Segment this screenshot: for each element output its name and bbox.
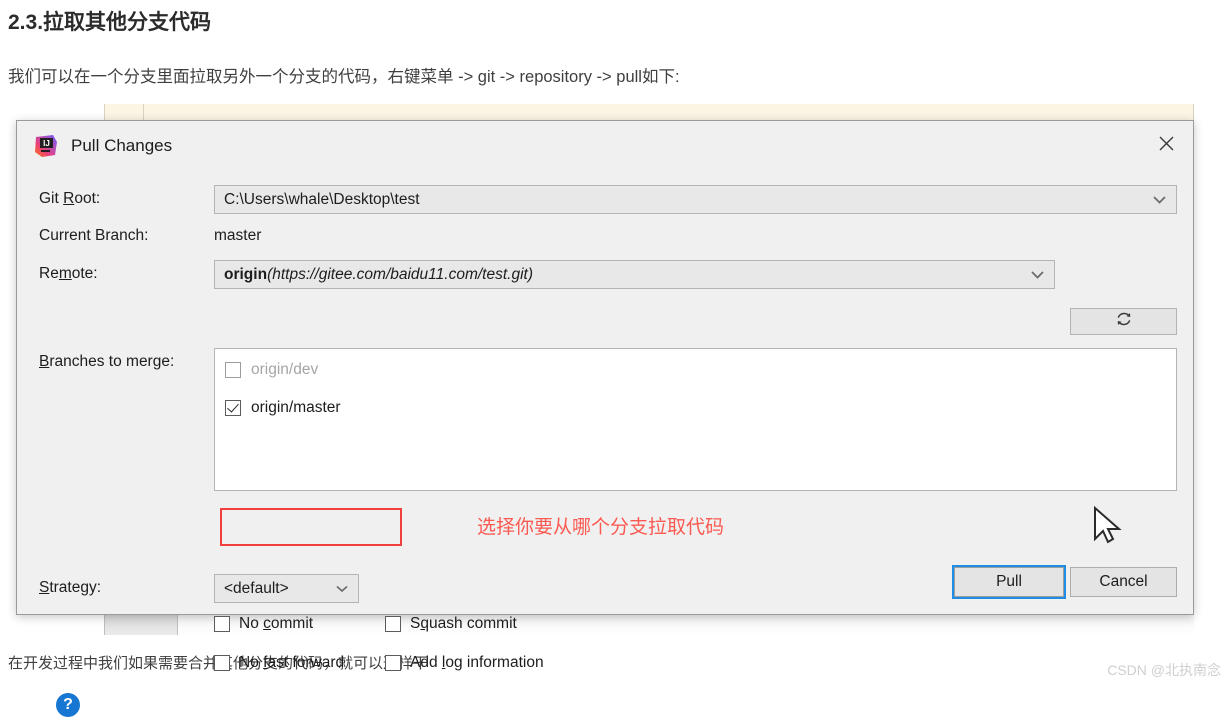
branch-label: origin/master — [251, 399, 341, 416]
ide-background-bottom-tab — [104, 614, 178, 635]
chevron-down-icon — [1031, 270, 1044, 279]
remote-url: (https://gitee.com/baidu11.com/test.git) — [267, 265, 533, 283]
branch-item-origin-dev[interactable]: origin/dev — [225, 361, 318, 379]
intellij-idea-icon: IJ — [33, 133, 59, 159]
dialog-titlebar: IJ Pull Changes — [17, 121, 1193, 173]
csdn-watermark: CSDN @北执南念 — [1107, 662, 1221, 678]
current-branch-value: master — [214, 227, 262, 244]
strategy-label: Strategy: — [39, 579, 102, 596]
option-label: Squash commit — [410, 615, 517, 632]
help-button[interactable]: ? — [56, 693, 80, 717]
pull-button[interactable]: Pull — [952, 565, 1066, 599]
option-checkbox[interactable] — [385, 655, 401, 671]
annotation-highlight-box — [220, 508, 402, 546]
option-add-log-information[interactable]: Add log information — [385, 654, 544, 672]
refresh-remotes-button[interactable] — [1070, 308, 1177, 335]
page-title: 2.3.拉取其他分支代码 — [8, 11, 212, 34]
close-icon[interactable] — [1139, 121, 1193, 165]
branch-checkbox[interactable] — [225, 362, 241, 378]
option-no-commit[interactable]: No commit — [214, 615, 313, 633]
branches-to-merge-label: Branches to merge: — [39, 353, 175, 370]
pull-changes-dialog: IJ Pull Changes Git Root: C:\Users\whale… — [16, 120, 1194, 717]
option-label: Add log information — [410, 654, 544, 671]
remote-name: origin — [224, 265, 268, 283]
git-root-combobox[interactable]: C:\Users\whale\Desktop\test — [214, 185, 1177, 214]
git-root-label: Git Root: — [39, 190, 101, 207]
strategy-value: <default> — [224, 579, 289, 597]
option-checkbox[interactable] — [214, 655, 230, 671]
remote-label: Remote: — [39, 265, 98, 282]
option-no-fast-forward[interactable]: No fast forward — [214, 654, 344, 672]
option-checkbox[interactable] — [214, 616, 230, 632]
chevron-down-icon — [336, 585, 348, 593]
branch-item-origin-master[interactable]: origin/master — [225, 399, 341, 417]
annotation-text: 选择你要从哪个分支拉取代码 — [477, 517, 725, 538]
cancel-button[interactable]: Cancel — [1070, 567, 1177, 597]
branches-list[interactable]: origin/dev origin/master — [214, 348, 1177, 491]
strategy-combobox[interactable]: <default> — [214, 574, 359, 603]
branch-label: origin/dev — [251, 361, 319, 378]
branch-checkbox[interactable] — [225, 400, 241, 416]
svg-text:IJ: IJ — [43, 139, 50, 148]
current-branch-label: Current Branch: — [39, 227, 149, 244]
option-label: No fast forward — [239, 654, 345, 671]
git-root-value: C:\Users\whale\Desktop\test — [224, 190, 420, 208]
option-squash-commit[interactable]: Squash commit — [385, 615, 517, 633]
chevron-down-icon — [1153, 195, 1166, 204]
refresh-icon — [1115, 310, 1133, 333]
remote-combobox[interactable]: origin(https://gitee.com/baidu11.com/tes… — [214, 260, 1055, 289]
dialog-title: Pull Changes — [71, 136, 173, 155]
article-intro-paragraph: 我们可以在一个分支里面拉取另外一个分支的代码，右键菜单 -> git -> re… — [8, 68, 680, 86]
mouse-cursor-icon — [1092, 505, 1124, 553]
option-checkbox[interactable] — [385, 616, 401, 632]
option-label: No commit — [239, 615, 314, 632]
